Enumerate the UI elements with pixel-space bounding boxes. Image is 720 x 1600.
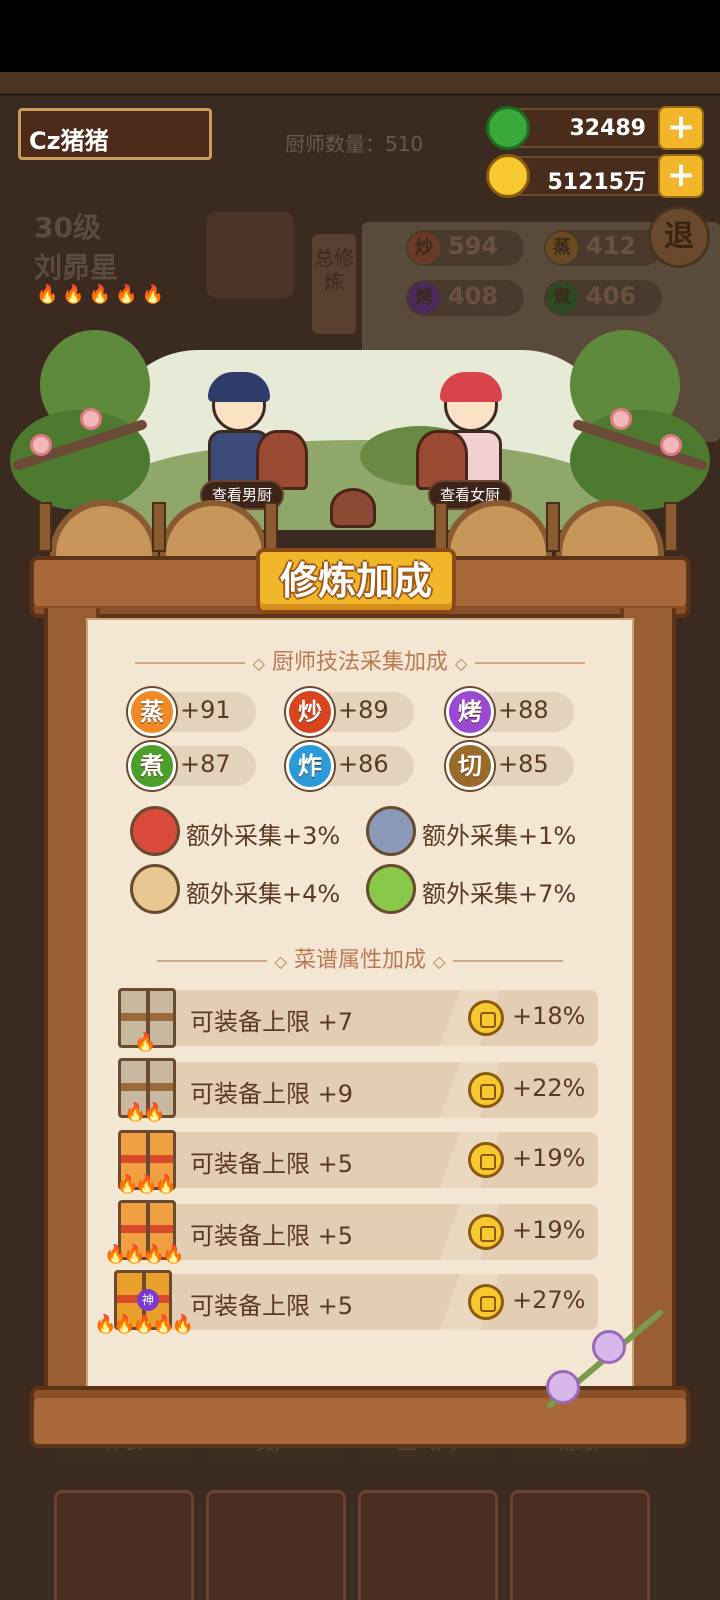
extra-label: 额外采集+3% (186, 822, 341, 850)
gold-coin-icon (468, 1284, 504, 1320)
skill-deep-fry: 炸 +86 (286, 742, 414, 790)
blossom (610, 408, 632, 430)
add-gold-button[interactable]: + (658, 154, 704, 198)
bg-skill-roast: 烤 408 (406, 280, 524, 316)
recipe-bonus-row: 可装备上限 +9 +22% (150, 1062, 598, 1118)
flower (546, 1370, 580, 1404)
recipe-label: 可装备上限 +7 (190, 1008, 354, 1036)
training-bonus-modal: 修炼加成 ◇ 厨师技法采集加成 ◇ 蒸 +91 炒 +89 烤 +88 煮 +8… (30, 548, 690, 1452)
skill-steam: 蒸 +91 (128, 688, 256, 736)
section-recipe-header: ◇ 菜谱属性加成 ◇ (86, 942, 634, 974)
section-skill-collection-header: ◇ 厨师技法采集加成 ◇ (86, 644, 634, 676)
exit-button[interactable]: 退 (648, 206, 710, 268)
player-name: Cz猪猪 (29, 127, 109, 155)
recipe-bonus: +18% (512, 1002, 586, 1030)
gold-value: 51215万 (547, 170, 646, 195)
bg-skill-steam: 蒸 412 (544, 230, 662, 266)
recipe-bonus-row: 可装备上限 +7 +18% (150, 990, 598, 1046)
skill-value: +87 (180, 750, 231, 778)
section-title: 菜谱属性加成 (293, 948, 426, 973)
skill-value: +85 (498, 750, 549, 778)
skill-value: +88 (498, 696, 549, 724)
recipe-bonus-row: 可装备上限 +5 +19% (150, 1204, 598, 1260)
frame-bottom (30, 1386, 690, 1448)
rarity-flames: 🔥🔥🔥🔥🔥 (94, 1314, 194, 1335)
recipe-bonus: +19% (512, 1144, 586, 1172)
vegetable-icon (366, 864, 416, 914)
fish-icon (366, 806, 416, 856)
rarity-flames: 🔥🔥🔥🔥 (104, 1244, 185, 1265)
recipe-bonus-row: 可装备上限 +5 +27% (150, 1274, 598, 1330)
recipe-label: 可装备上限 +5 (190, 1150, 354, 1178)
fence-post (434, 502, 448, 552)
blossom (30, 434, 52, 456)
fence-post (664, 502, 678, 552)
gold-coin-icon (468, 1214, 504, 1250)
bg-skill-stir-fry: 炒 594 (406, 230, 524, 266)
chef-card[interactable] (206, 1490, 346, 1600)
gold-coin-icon (468, 1000, 504, 1036)
chef-name: 刘昴星 (34, 251, 119, 284)
recipe-bonus: +19% (512, 1216, 586, 1244)
recipe-label: 可装备上限 +5 (190, 1222, 354, 1250)
chef-card[interactable] (54, 1490, 194, 1600)
rarity-flames: 🔥 (134, 1032, 156, 1053)
jade-resource-bar: 32489 + (486, 106, 704, 150)
recipe-bonus-row: 可装备上限 +5 +19% (150, 1132, 598, 1188)
extra-label: 额外采集+1% (422, 822, 577, 850)
recipe-bonus: +27% (512, 1286, 586, 1314)
cut-badge-icon: 切 (446, 742, 494, 790)
add-jade-button[interactable]: + (658, 106, 704, 150)
section-title: 厨师技法采集加成 (271, 650, 448, 675)
meat-icon (130, 806, 180, 856)
divine-badge: 神 (137, 1289, 159, 1311)
top-strip (0, 72, 720, 96)
fence-post (546, 502, 560, 552)
skill-value: +91 (180, 696, 231, 724)
skill-roast: 烤 +88 (446, 688, 574, 736)
skill-cut: 切 +85 (446, 742, 574, 790)
jade-value: 32489 (569, 116, 646, 141)
flour-icon (130, 864, 180, 914)
roast-badge-icon: 烤 (446, 688, 494, 736)
fence-post (264, 502, 278, 552)
skill-stir-fry: 炒 +89 (286, 688, 414, 736)
extra-label: 额外采集+7% (422, 880, 577, 908)
gold-coin-icon (486, 154, 530, 198)
recipe-label: 可装备上限 +5 (190, 1292, 354, 1320)
modal-title: 修炼加成 (256, 548, 456, 614)
chef-count: 厨师数量：510 (285, 132, 424, 156)
blossom (80, 408, 102, 430)
equipment-slot[interactable] (206, 212, 294, 298)
skill-value: +89 (338, 696, 389, 724)
fence-post (152, 502, 166, 552)
center-stone (330, 488, 376, 528)
stir-fry-badge-icon: 炒 (286, 688, 334, 736)
chef-rarity-flames: 🔥🔥🔥🔥🔥 (36, 284, 169, 305)
gold-coin-icon (468, 1142, 504, 1178)
total-training-tab[interactable]: 总修炼 (312, 234, 356, 334)
recipe-label: 可装备上限 +9 (190, 1080, 354, 1108)
rarity-flames: 🔥🔥 (124, 1102, 166, 1123)
chef-level: 30级 (34, 211, 101, 244)
steam-badge-icon: 蒸 (128, 688, 176, 736)
skill-value: +86 (338, 750, 389, 778)
extra-label: 额外采集+4% (186, 880, 341, 908)
chef-card[interactable] (510, 1490, 650, 1600)
player-name-box[interactable]: Cz猪猪 (18, 108, 212, 160)
jade-icon (486, 106, 530, 150)
fence-post (38, 502, 52, 552)
flower (592, 1330, 626, 1364)
skill-boil: 煮 +87 (128, 742, 256, 790)
gold-resource-bar: 51215万 + (486, 154, 704, 198)
boil-badge-icon: 煮 (128, 742, 176, 790)
bg-skill-boil: 煮 406 (544, 280, 662, 316)
rarity-flames: 🔥🔥🔥 (116, 1174, 177, 1195)
garden-scene: 查看男厨 查看女厨 (0, 330, 720, 560)
gold-coin-icon (468, 1072, 504, 1108)
deep-fry-badge-icon: 炸 (286, 742, 334, 790)
recipe-bonus: +22% (512, 1074, 586, 1102)
blossom (660, 434, 682, 456)
chef-card[interactable] (358, 1490, 498, 1600)
